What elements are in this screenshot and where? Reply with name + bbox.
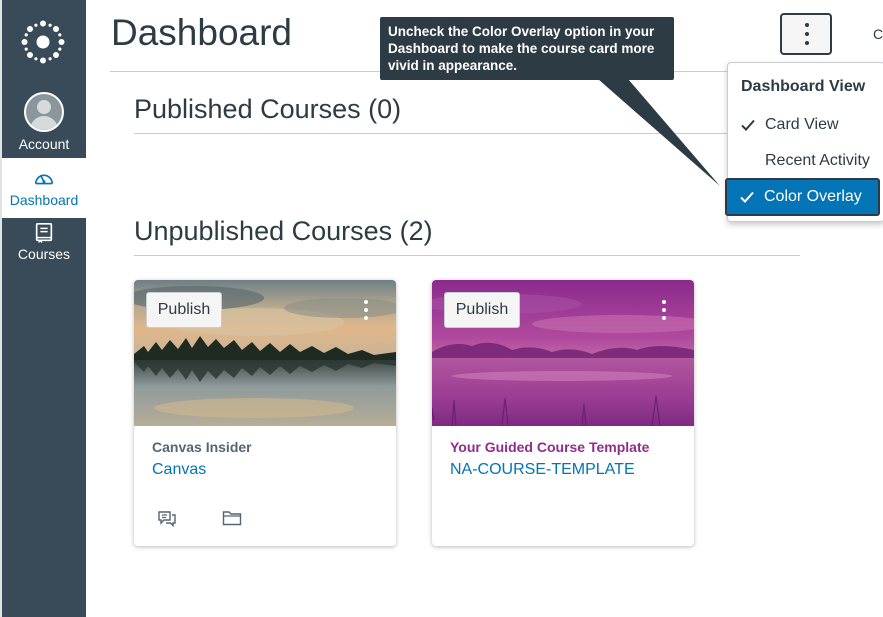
kebab-dot <box>805 23 809 27</box>
truncated-sidebar-text: C <box>873 26 883 42</box>
card-options-button[interactable] <box>652 296 676 324</box>
nav-item-dashboard[interactable]: Dashboard <box>2 158 86 218</box>
global-nav: Account Dashboard Courses <box>0 0 86 617</box>
dashboard-view-menu: Dashboard View Card View Recent Activity… <box>725 62 883 222</box>
course-card[interactable]: Publish Your Guided Course Template NA-C… <box>432 280 694 546</box>
course-code-link[interactable]: NA-COURSE-TEMPLATE <box>450 461 635 479</box>
card-options-button[interactable] <box>354 296 378 324</box>
avatar <box>24 92 64 132</box>
nav-item-account[interactable]: Account <box>2 90 86 156</box>
nav-label-dashboard: Dashboard <box>9 192 79 208</box>
menu-item-color-overlay[interactable]: Color Overlay <box>725 178 880 216</box>
nav-item-courses[interactable]: Courses <box>2 222 86 282</box>
nav-label-account: Account <box>18 136 70 152</box>
tooltip-callout: Uncheck the Color Overlay option in your… <box>380 17 674 80</box>
canvas-logo-icon[interactable] <box>21 20 65 64</box>
kebab-dot <box>805 32 809 36</box>
kebab-dot <box>805 41 809 45</box>
nav-label-courses: Courses <box>17 246 71 262</box>
section-divider <box>134 255 800 256</box>
publish-button[interactable]: Publish <box>444 292 520 328</box>
course-term-label: Your Guided Course Template <box>450 439 650 455</box>
menu-item-label: Recent Activity <box>765 152 870 169</box>
published-courses-heading: Published Courses (0) <box>134 94 402 124</box>
files-folder-icon[interactable] <box>222 508 242 528</box>
page-title: Dashboard <box>111 12 293 53</box>
menu-item-label: Card View <box>765 116 839 133</box>
checkmark-icon <box>741 119 755 131</box>
publish-button[interactable]: Publish <box>146 292 222 328</box>
section-divider <box>134 133 800 134</box>
courses-book-icon <box>35 223 53 244</box>
menu-item-recent-activity[interactable]: Recent Activity <box>728 144 883 178</box>
dashboard-gauge-icon <box>34 174 54 185</box>
checkmark-icon <box>740 191 754 203</box>
course-code-link[interactable]: Canvas <box>152 461 206 479</box>
announcements-icon[interactable] <box>157 508 177 528</box>
menu-item-card-view[interactable]: Card View <box>728 108 883 142</box>
menu-item-label: Color Overlay <box>764 188 862 205</box>
menu-header: Dashboard View <box>741 78 866 95</box>
unpublished-courses-heading: Unpublished Courses (2) <box>134 216 433 246</box>
dashboard-options-button[interactable] <box>780 13 832 55</box>
course-term-label: Canvas Insider <box>152 439 252 455</box>
course-card[interactable]: Publish Canvas Insider Canvas <box>134 280 396 546</box>
